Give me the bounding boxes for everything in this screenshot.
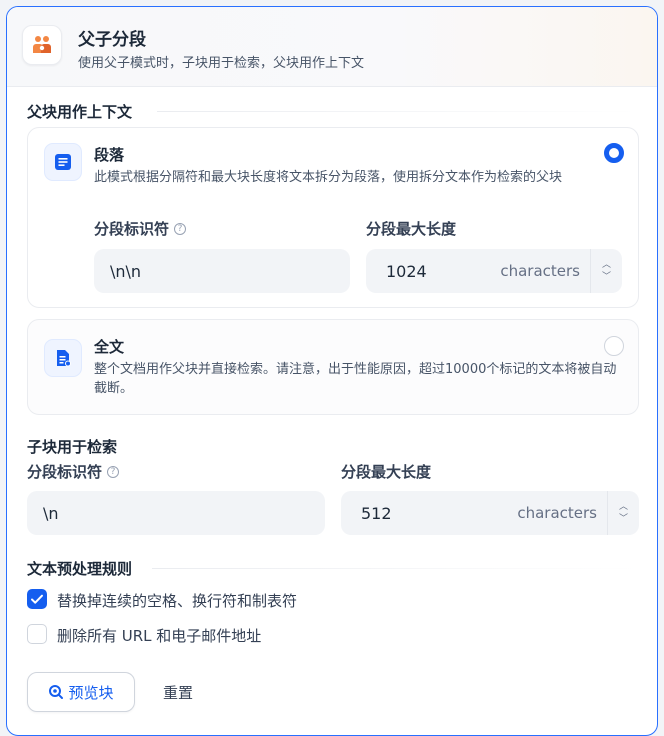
help-icon[interactable]: ? (174, 222, 187, 235)
parent-child-settings-panel: 父子分段 使用父子模式时，子块用于检索，父块用作上下文 父块用作上下文 段落 此… (6, 6, 658, 736)
parent-max-length-value: 1024 (386, 261, 427, 281)
chevron-down-icon[interactable]: ﹀ (602, 272, 611, 282)
option-description: 整个文档用作父块并直接检索。请注意，出于性能原因，超过10000个标记的文本将被… (94, 362, 617, 396)
parent-max-length-input[interactable]: 1024 characters ︿ ﹀ (366, 249, 622, 293)
child-max-length-value: 512 (361, 503, 392, 523)
child-max-length-input[interactable]: 512 characters ︿ ﹀ (341, 491, 639, 535)
section-divider (152, 568, 639, 569)
option-title: 全文 (94, 338, 125, 356)
chevron-up-icon[interactable]: ︿ (619, 502, 628, 512)
chevron-down-icon[interactable]: ﹀ (619, 514, 628, 524)
checkbox-remove-urls[interactable] (27, 624, 47, 644)
section-divider (157, 111, 639, 112)
parent-delimiter-label: 分段标识符 ? (94, 218, 187, 239)
number-stepper[interactable]: ︿ ﹀ (607, 491, 639, 535)
panel-header: 父子分段 使用父子模式时，子块用于检索，父块用作上下文 (7, 7, 657, 87)
parent-max-length-label: 分段最大长度 (366, 220, 457, 238)
panel-description: 使用父子模式时，子块用于检索，父块用作上下文 (78, 56, 365, 71)
panel-title: 父子分段 (78, 30, 146, 50)
rule-label-replace-whitespace: 替换掉连续的空格、换行符和制表符 (57, 592, 298, 610)
child-delimiter-label-text: 分段标识符 (27, 463, 103, 481)
parent-delimiter-input[interactable]: \n\n (94, 249, 350, 293)
option-card-paragraph[interactable]: 段落 此模式根据分隔符和最大块长度将文本拆分为段落，使用拆分文本作为检索的父块 … (27, 127, 639, 308)
reset-button[interactable]: 重置 (163, 682, 193, 703)
chevron-up-icon[interactable]: ︿ (602, 260, 611, 270)
child-max-length-label: 分段最大长度 (341, 463, 432, 481)
checkmark-icon (31, 594, 43, 604)
number-stepper[interactable]: ︿ ﹀ (590, 249, 622, 293)
parent-delimiter-label-text: 分段标识符 (94, 220, 170, 238)
option-description: 此模式根据分隔符和最大块长度将文本拆分为段落，使用拆分文本作为检索的父块 (94, 170, 563, 185)
checkbox-replace-whitespace[interactable] (27, 589, 47, 609)
full-document-icon (44, 339, 82, 377)
preview-search-icon (49, 685, 64, 699)
rule-label-remove-urls: 删除所有 URL 和电子邮件地址 (57, 627, 262, 645)
parent-max-length-unit: characters (500, 262, 580, 280)
radio-paragraph[interactable] (604, 143, 624, 163)
option-card-fulltext[interactable]: 全文 整个文档用作父块并直接检索。请注意，出于性能原因，超过10000个标记的文… (27, 319, 639, 415)
preview-chunks-button[interactable]: 预览块 (27, 672, 135, 712)
help-icon[interactable]: ? (107, 465, 120, 478)
child-delimiter-label: 分段标识符 ? (27, 461, 120, 482)
preview-button-label: 预览块 (68, 683, 114, 702)
child-delimiter-input[interactable]: \n (27, 491, 325, 535)
child-max-length-unit: characters (517, 504, 597, 522)
child-section-title: 子块用于检索 (27, 438, 118, 456)
preprocess-title: 文本预处理规则 (27, 560, 133, 578)
parent-child-icon (22, 25, 62, 65)
radio-fulltext[interactable] (604, 336, 624, 356)
paragraph-icon (44, 143, 82, 181)
parent-section-title: 父块用作上下文 (27, 103, 133, 121)
option-title: 段落 (94, 146, 125, 164)
